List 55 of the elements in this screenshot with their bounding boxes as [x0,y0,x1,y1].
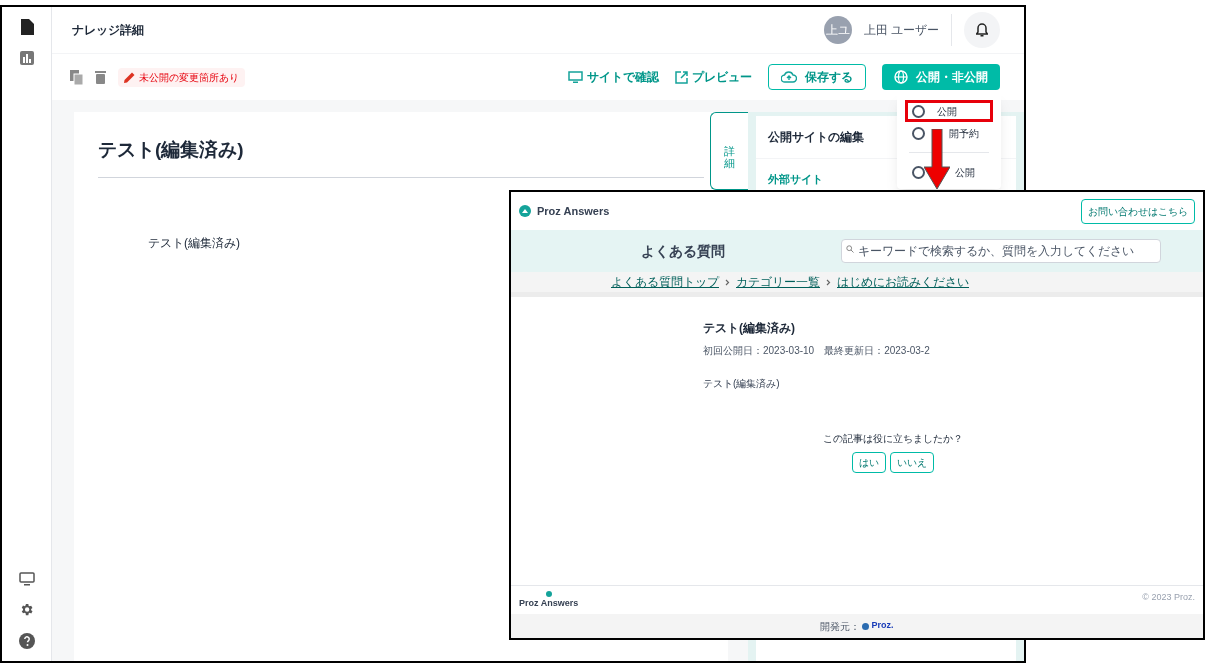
search-field[interactable]: キーワードで検索するか、質問を入力してください [841,239,1161,263]
publish-option[interactable]: 開予約 [905,122,993,144]
site-check-link[interactable]: サイトで確認 [568,68,659,86]
article-title: テスト(編集済み) [98,136,704,178]
breadcrumb-link[interactable]: よくある質問トップ [611,275,719,289]
globe-icon [894,70,908,84]
copy-icon[interactable] [70,69,83,85]
bar-chart-icon[interactable] [19,51,34,65]
monitor-icon[interactable] [18,572,35,586]
developer-label: 開発元： [820,619,861,634]
radio-button[interactable] [912,165,925,179]
section-heading: 外部サイト [768,172,823,187]
preview-article-title: テスト(編集済み) [703,320,796,337]
cloud-upload-icon [781,71,797,83]
proz-logo-icon [862,622,870,630]
external-link-icon [675,70,688,84]
hero-title: よくある質問 [641,241,726,261]
down-arrow-drawing [924,129,950,189]
page-title: ナレッジ詳細 [72,22,144,39]
document-icon[interactable] [19,19,34,35]
save-button[interactable]: 保存する [768,64,866,90]
monitor-icon [568,70,583,84]
preview-link[interactable]: プレビュー [675,68,752,86]
option-label: 公開 [937,104,957,119]
feedback-question: この記事は役に立ちましたか？ [823,432,963,446]
bell-icon [976,23,988,37]
option-label: 開予約 [949,126,979,141]
breadcrumb-link[interactable]: はじめにお読みください [837,275,969,289]
notification-bell-button[interactable] [964,12,1000,48]
radio-button[interactable] [912,126,925,140]
help-icon[interactable] [18,633,35,649]
pencil-icon [124,71,135,83]
preview-article-body: テスト(編集済み) [703,377,781,391]
copyright: © 2023 Proz. [1142,590,1195,604]
trash-icon[interactable] [95,70,106,84]
logo-icon [545,590,552,597]
publish-option[interactable]: 公開 [905,100,993,122]
brand-name: Proz Answers [537,203,610,219]
contact-button[interactable]: お問い合わせはこちら [1081,198,1195,224]
chevron-icon [826,278,831,286]
search-icon [846,245,854,253]
option-label: 公開 [955,165,975,180]
feedback-button[interactable]: いいえ [890,452,934,473]
details-tab[interactable]: 詳細 [710,112,748,190]
breadcrumb-link[interactable]: カテゴリー一覧 [736,275,820,289]
settings-icon[interactable] [19,602,34,617]
developer-name: Proz. [871,619,894,633]
feedback-button[interactable]: はい [852,452,886,473]
article-dates: 初回公開日：2023-03-10 最終更新日：2023-03-2 [703,344,931,358]
user-name[interactable]: 上田 ユーザー [863,21,939,39]
logo-icon [519,205,531,217]
footer-brand: Proz Answers [519,596,579,610]
radio-button[interactable] [912,104,925,118]
chevron-icon [725,278,730,286]
unpublished-changes-badge: 未公開の変更箇所あり [118,67,245,87]
